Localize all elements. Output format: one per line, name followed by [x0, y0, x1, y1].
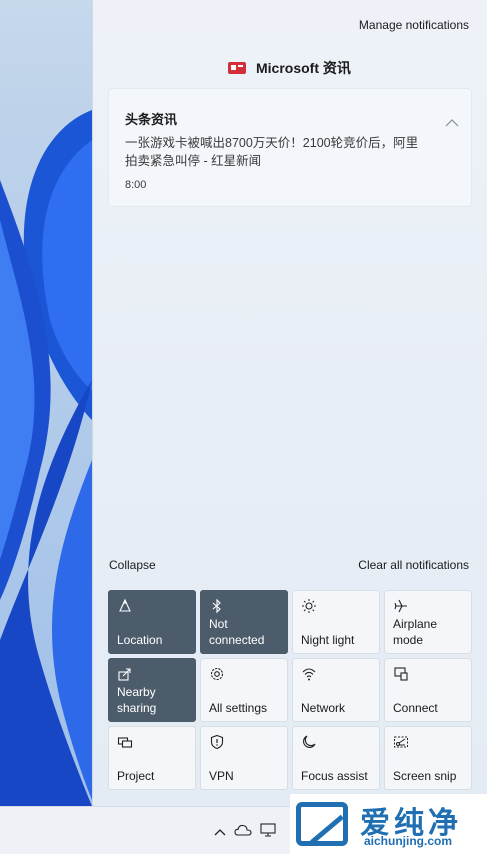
notification-title: 头条资讯: [125, 112, 178, 127]
tile-bluetooth[interactable]: Not connected: [200, 590, 288, 654]
tile-all-settings[interactable]: All settings: [200, 658, 288, 722]
tile-label: Project: [117, 769, 155, 783]
tile-label: Not connected: [209, 617, 265, 647]
system-tray: [214, 823, 276, 840]
tile-screen-snip[interactable]: Screen snip: [384, 726, 472, 790]
notification-body: 一张游戏卡被喊出8700万天价！2100轮竞价后，阿里拍卖紧急叫停 - 红星新闻: [125, 136, 419, 168]
tile-airplane-mode[interactable]: Airplane mode: [384, 590, 472, 654]
location-icon: [117, 598, 133, 614]
tile-location[interactable]: Location: [108, 590, 196, 654]
tile-label: Network: [301, 701, 346, 715]
tile-label: Nearby sharing: [117, 685, 157, 715]
tile-label: VPN: [209, 769, 234, 783]
tile-connect[interactable]: Connect: [384, 658, 472, 722]
network-icon: [301, 666, 317, 682]
tile-focus-assist[interactable]: Focus assist: [292, 726, 380, 790]
bluetooth-icon: [209, 598, 225, 614]
app-name: Microsoft 资讯: [256, 60, 351, 76]
chevron-up-icon[interactable]: [445, 119, 459, 127]
action-center: Manage notifications Microsoft 资讯 头条资讯 一…: [92, 0, 487, 806]
tile-label: Connect: [393, 701, 438, 715]
notification-card[interactable]: 头条资讯 一张游戏卡被喊出8700万天价！2100轮竞价后，阿里拍卖紧急叫停 -…: [108, 88, 472, 207]
nearby-sharing-icon: [117, 666, 133, 682]
manage-notifications-link[interactable]: Manage notifications: [359, 18, 469, 32]
tile-nearby-sharing[interactable]: Nearby sharing: [108, 658, 196, 722]
monitor-icon[interactable]: [260, 823, 276, 840]
tile-label: Location: [117, 633, 163, 647]
connect-icon: [393, 666, 409, 682]
watermark: 爱纯净 aichunjing.com: [290, 794, 487, 854]
quick-actions-grid: Location Not connected Night light Airpl…: [108, 590, 472, 790]
tile-label: All settings: [209, 701, 268, 715]
tile-network[interactable]: Network: [292, 658, 380, 722]
onedrive-icon[interactable]: [234, 824, 252, 839]
desktop-wallpaper: [0, 0, 92, 806]
clear-all-notifications-link[interactable]: Clear all notifications: [358, 558, 469, 572]
vpn-icon: [209, 734, 225, 750]
tile-label: Airplane mode: [393, 617, 438, 647]
tile-vpn[interactable]: VPN: [200, 726, 288, 790]
notification-app-header: Microsoft 资讯: [228, 58, 351, 78]
tile-night-light[interactable]: Night light: [292, 590, 380, 654]
news-icon: [228, 62, 246, 74]
airplane-icon: [393, 598, 409, 614]
chevron-up-icon[interactable]: [214, 825, 226, 839]
collapse-link[interactable]: Collapse: [109, 558, 156, 572]
moon-icon: [301, 734, 317, 750]
scissors-icon: [393, 734, 409, 750]
watermark-url: aichunjing.com: [364, 834, 453, 848]
tile-label: Night light: [301, 633, 355, 647]
watermark-logo-icon: [296, 802, 348, 846]
tile-label: Focus assist: [301, 769, 368, 783]
notification-time: 8:00: [125, 179, 147, 191]
tile-label: Screen snip: [393, 769, 457, 783]
night-light-icon: [301, 598, 317, 614]
gear-icon: [209, 666, 225, 682]
tile-project[interactable]: Project: [108, 726, 196, 790]
project-icon: [117, 734, 133, 750]
